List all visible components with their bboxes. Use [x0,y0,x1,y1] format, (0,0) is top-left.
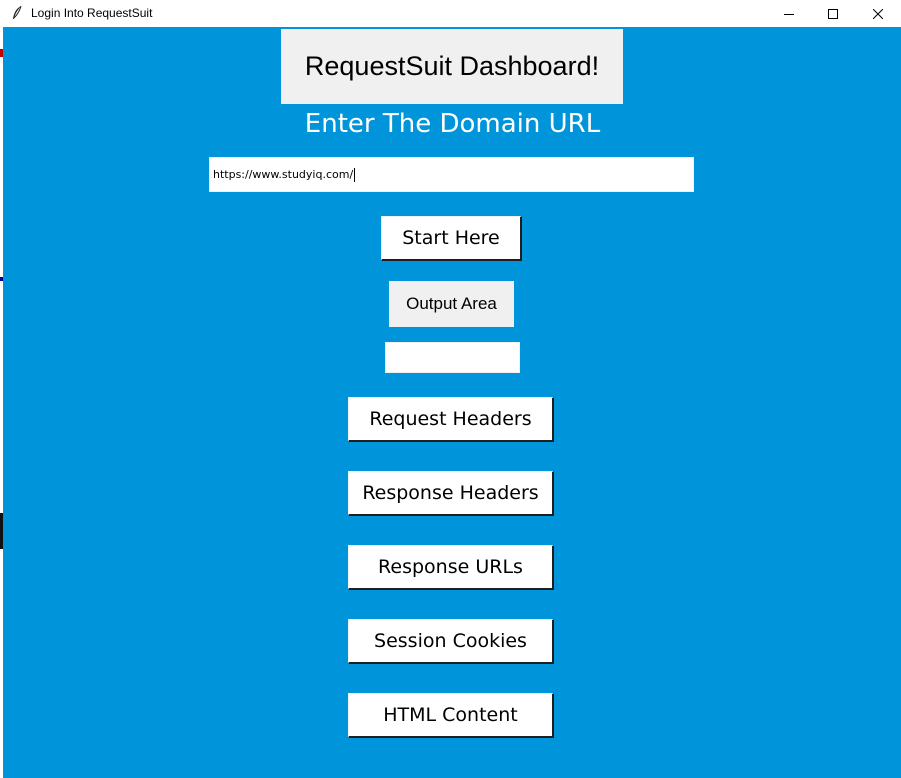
close-button[interactable] [855,0,901,27]
html-content-button[interactable]: HTML Content [348,693,554,738]
text-caret [354,167,356,182]
window-title: Login Into RequestSuit [31,6,153,20]
request-headers-button[interactable]: Request Headers [348,397,554,442]
output-area-label: Output Area [389,281,514,327]
dashboard-title: RequestSuit Dashboard! [281,29,623,104]
response-headers-button[interactable]: Response Headers [348,471,554,516]
session-cookies-button[interactable]: Session Cookies [348,619,554,664]
maximize-button[interactable] [810,0,856,27]
feather-icon [11,5,23,21]
minimize-button[interactable] [766,0,812,27]
output-field[interactable] [385,342,520,373]
domain-url-input[interactable]: https://www.studyiq.com/ [209,157,694,192]
start-here-button[interactable]: Start Here [381,216,522,261]
domain-url-prompt: Enter The Domain URL [304,109,601,139]
url-input-value: https://www.studyiq.com/ [213,168,354,181]
response-urls-button[interactable]: Response URLs [348,545,554,590]
minimize-icon [784,4,794,23]
title-bar: Login Into RequestSuit [0,0,901,27]
close-icon [872,4,884,23]
maximize-icon [828,4,838,23]
